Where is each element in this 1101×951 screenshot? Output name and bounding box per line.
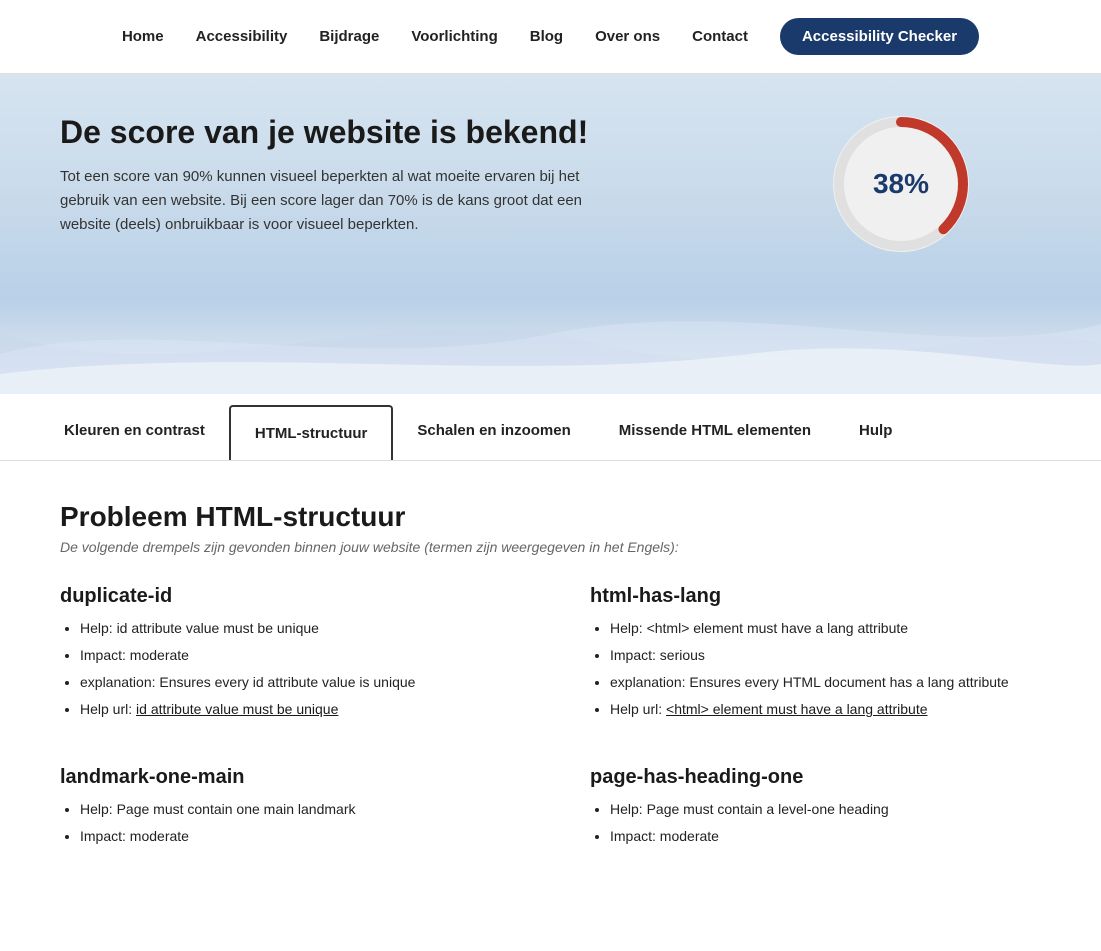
tab-hulp[interactable]: Hulp	[835, 404, 916, 460]
main-nav: Home Accessibility Bijdrage Voorlichting…	[0, 0, 1101, 74]
problem-title-page-has-heading-one: page-has-heading-one	[590, 766, 1040, 789]
hero-description: Tot een score van 90% kunnen visueel bep…	[60, 165, 620, 237]
nav-over-ons[interactable]: Over ons	[595, 28, 660, 45]
problem-list-landmark-one-main: Help: Page must contain one main landmar…	[60, 799, 510, 847]
nav-blog[interactable]: Blog	[530, 28, 563, 45]
list-item: Impact: moderate	[80, 645, 510, 666]
nav-home[interactable]: Home	[122, 28, 164, 45]
list-item: explanation: Ensures every id attribute …	[80, 672, 510, 693]
nav-contact[interactable]: Contact	[692, 28, 748, 45]
problem-title-landmark-one-main: landmark-one-main	[60, 766, 510, 789]
hero-content: De score van je website is bekend! Tot e…	[60, 114, 740, 237]
problem-landmark-one-main: landmark-one-main Help: Page must contai…	[60, 766, 510, 853]
tab-kleuren[interactable]: Kleuren en contrast	[40, 404, 229, 460]
problem-html-has-lang: html-has-lang Help: <html> element must …	[590, 585, 1040, 726]
list-item: Impact: moderate	[80, 826, 510, 847]
score-value: 38%	[873, 168, 929, 200]
tab-missende[interactable]: Missende HTML elementen	[595, 404, 835, 460]
accessibility-checker-button[interactable]: Accessibility Checker	[780, 18, 979, 55]
hero-section: De score van je website is bekend! Tot e…	[0, 74, 1101, 394]
list-item: Help: <html> element must have a lang at…	[610, 618, 1040, 639]
hero-wave	[0, 294, 1101, 394]
section-title: Probleem HTML-structuur	[60, 501, 1040, 533]
list-item: Help: id attribute value must be unique	[80, 618, 510, 639]
problem-list-page-has-heading-one: Help: Page must contain a level-one head…	[590, 799, 1040, 847]
problem-list-duplicate-id: Help: id attribute value must be unique …	[60, 618, 510, 720]
score-circle: 38%	[821, 104, 981, 264]
problem-title-html-has-lang: html-has-lang	[590, 585, 1040, 608]
tabs-bar: Kleuren en contrast HTML-structuur Schal…	[0, 404, 1101, 461]
list-item: Help: Page must contain one main landmar…	[80, 799, 510, 820]
section-subtitle: De volgende drempels zijn gevonden binne…	[60, 539, 1040, 555]
help-url-duplicate-id[interactable]: id attribute value must be unique	[136, 701, 338, 717]
problem-title-duplicate-id: duplicate-id	[60, 585, 510, 608]
tab-html-structuur[interactable]: HTML-structuur	[229, 405, 394, 460]
help-url-html-has-lang[interactable]: <html> element must have a lang attribut…	[666, 701, 927, 717]
list-item: explanation: Ensures every HTML document…	[610, 672, 1040, 693]
problem-list-html-has-lang: Help: <html> element must have a lang at…	[590, 618, 1040, 720]
list-item: Help: Page must contain a level-one head…	[610, 799, 1040, 820]
score-circle-container: 38%	[821, 104, 981, 264]
list-item: Help url: id attribute value must be uni…	[80, 699, 510, 720]
nav-accessibility[interactable]: Accessibility	[196, 28, 288, 45]
problem-duplicate-id: duplicate-id Help: id attribute value mu…	[60, 585, 510, 726]
tab-schalen[interactable]: Schalen en inzoomen	[393, 404, 594, 460]
main-content: Probleem HTML-structuur De volgende drem…	[0, 461, 1100, 893]
list-item: Help url: <html> element must have a lan…	[610, 699, 1040, 720]
nav-voorlichting[interactable]: Voorlichting	[411, 28, 497, 45]
list-item: Impact: moderate	[610, 826, 1040, 847]
list-item: Impact: serious	[610, 645, 1040, 666]
nav-bijdrage[interactable]: Bijdrage	[319, 28, 379, 45]
hero-title: De score van je website is bekend!	[60, 114, 740, 151]
problem-page-has-heading-one: page-has-heading-one Help: Page must con…	[590, 766, 1040, 853]
problem-grid: duplicate-id Help: id attribute value mu…	[60, 585, 1040, 853]
